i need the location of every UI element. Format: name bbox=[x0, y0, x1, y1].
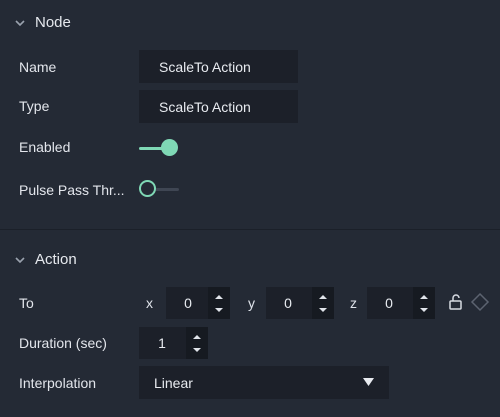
enabled-toggle-knob bbox=[161, 139, 178, 156]
name-field[interactable]: ScaleTo Action bbox=[139, 50, 298, 83]
x-label: x bbox=[146, 295, 153, 311]
caret-up-icon[interactable] bbox=[214, 294, 224, 300]
caret-up-icon[interactable] bbox=[419, 294, 429, 300]
action-section-header[interactable]: Action bbox=[0, 239, 500, 279]
caret-down-icon[interactable] bbox=[419, 307, 429, 313]
interpolation-select[interactable]: Linear bbox=[139, 366, 389, 399]
chevron-down-icon bbox=[15, 20, 25, 27]
interpolation-label: Interpolation bbox=[19, 375, 97, 391]
type-field[interactable]: ScaleTo Action bbox=[139, 90, 298, 123]
name-label: Name bbox=[19, 59, 57, 75]
to-label: To bbox=[19, 295, 34, 311]
y-label: y bbox=[248, 295, 255, 311]
y-spinner[interactable] bbox=[312, 287, 334, 319]
chevron-down-icon bbox=[15, 257, 25, 264]
caret-down-icon[interactable] bbox=[214, 307, 224, 313]
interpolation-value: Linear bbox=[154, 374, 193, 391]
enabled-toggle[interactable] bbox=[139, 137, 181, 159]
z-spinner[interactable] bbox=[413, 287, 435, 319]
pulse-pass-through-toggle[interactable] bbox=[139, 179, 181, 201]
z-value: 0 bbox=[385, 295, 393, 311]
pulse-toggle-track bbox=[153, 188, 179, 191]
type-label: Type bbox=[19, 98, 50, 114]
node-section-title: Node bbox=[35, 13, 71, 31]
action-section-title: Action bbox=[35, 250, 77, 268]
caret-down-icon[interactable] bbox=[318, 307, 328, 313]
caret-up-icon[interactable] bbox=[192, 334, 202, 340]
duration-input[interactable]: 1 bbox=[139, 327, 208, 359]
pulse-pass-through-label: Pulse Pass Thr... bbox=[19, 182, 125, 198]
x-value: 0 bbox=[184, 295, 192, 311]
y-value: 0 bbox=[284, 295, 292, 311]
x-input[interactable]: 0 bbox=[166, 287, 230, 319]
pulse-toggle-knob bbox=[139, 180, 156, 197]
caret-up-icon[interactable] bbox=[318, 294, 328, 300]
duration-value: 1 bbox=[158, 335, 166, 351]
y-input[interactable]: 0 bbox=[266, 287, 334, 319]
duration-label: Duration (sec) bbox=[19, 335, 107, 351]
section-divider bbox=[0, 229, 500, 230]
unlock-icon[interactable] bbox=[447, 293, 465, 311]
dropdown-arrow-icon bbox=[363, 378, 374, 386]
caret-down-icon[interactable] bbox=[192, 347, 202, 353]
enabled-label: Enabled bbox=[19, 139, 71, 155]
node-section-header[interactable]: Node bbox=[0, 2, 500, 42]
z-label: z bbox=[350, 295, 357, 311]
duration-spinner[interactable] bbox=[186, 327, 208, 359]
x-spinner[interactable] bbox=[208, 287, 230, 319]
diamond-icon[interactable] bbox=[470, 292, 490, 312]
z-input[interactable]: 0 bbox=[367, 287, 435, 319]
